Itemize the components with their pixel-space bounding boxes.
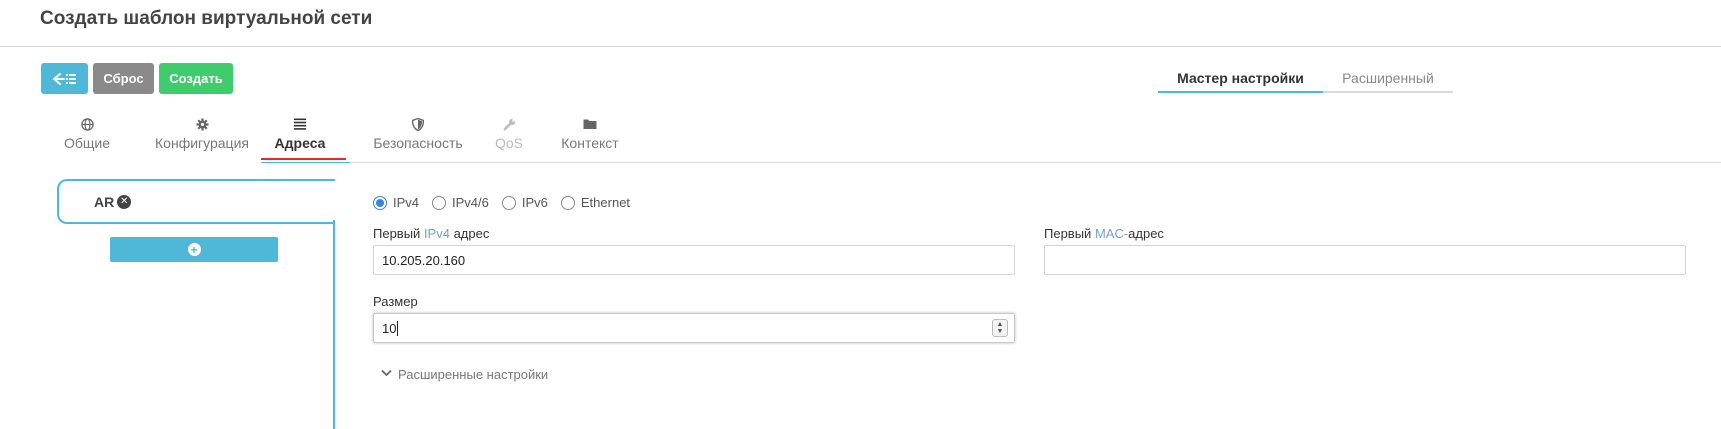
range-list-border xyxy=(333,220,335,429)
tab-general-label: Общие xyxy=(63,135,111,151)
active-tab-indicator xyxy=(261,158,346,160)
radio-ipv46-label: IPv4/6 xyxy=(452,195,489,210)
first-ipv4-label-hl: IPv4 xyxy=(423,226,450,241)
tab-security[interactable]: Безопасность xyxy=(368,117,468,151)
plus-circle-icon: + xyxy=(187,243,201,256)
size-value: 10 xyxy=(382,320,397,336)
number-stepper[interactable]: ▲ ▼ xyxy=(992,319,1008,337)
stepper-down-icon[interactable]: ▼ xyxy=(997,328,1004,335)
back-button[interactable] xyxy=(41,63,88,94)
size-input[interactable]: 10 ▲ ▼ xyxy=(373,313,1015,343)
wrench-icon xyxy=(492,118,526,134)
radio-ethernet[interactable]: Ethernet xyxy=(560,195,631,210)
advanced-settings-toggle[interactable]: Расширенные настройки xyxy=(381,367,548,382)
tab-qos-label: QoS xyxy=(494,135,523,151)
radio-ipv6-label: IPv6 xyxy=(521,195,548,210)
folder-icon xyxy=(560,118,620,134)
advanced-settings-label: Расширенные настройки xyxy=(398,367,549,382)
radio-ipv4-label: IPv4 xyxy=(393,195,420,210)
tab-addresses[interactable]: Адреса xyxy=(272,118,328,151)
arrow-left-list-icon xyxy=(52,72,77,86)
first-mac-label-hl: MAC- xyxy=(1094,226,1129,241)
chevron-down-icon xyxy=(381,369,392,380)
radio-ipv4-control[interactable] xyxy=(373,195,387,210)
add-range-button[interactable]: + xyxy=(110,237,278,262)
title-divider xyxy=(0,46,1721,47)
radio-ipv6[interactable]: IPv6 xyxy=(501,195,548,210)
page-title: Создать шаблон виртуальной сети xyxy=(40,8,373,29)
tab-configuration[interactable]: Конфигурация xyxy=(146,118,258,151)
radio-ethernet-label: Ethernet xyxy=(580,195,631,210)
first-ipv4-value: 10.205.20.160 xyxy=(382,252,466,268)
first-ipv4-label-suffix: адрес xyxy=(449,226,490,241)
range-item-label: AR xyxy=(94,193,115,210)
address-type-radios: IPv4 IPv4/6 IPv6 Ethernet xyxy=(373,195,643,210)
tab-qos[interactable]: QoS xyxy=(492,118,526,151)
tab-wizard[interactable]: Мастер настройки xyxy=(1158,66,1323,93)
radio-ipv6-control[interactable] xyxy=(501,195,516,210)
first-mac-label: Первый MAC-адрес xyxy=(1044,226,1164,241)
first-ipv4-label-prefix: Первый xyxy=(373,226,424,241)
radio-ipv46-control[interactable] xyxy=(432,195,447,210)
remove-range-icon[interactable]: ✕ xyxy=(117,194,132,209)
reset-button[interactable]: Сброс xyxy=(93,63,154,94)
cog-icon xyxy=(146,118,258,134)
tab-addresses-label: Адреса xyxy=(274,135,326,151)
size-label: Размер xyxy=(373,294,418,309)
radio-ipv46[interactable]: IPv4/6 xyxy=(432,195,489,210)
list-icon xyxy=(272,118,328,134)
active-tab-underline xyxy=(261,162,350,163)
tab-advanced[interactable]: Расширенный xyxy=(1323,66,1453,93)
first-mac-label-suffix: адрес xyxy=(1128,226,1164,241)
tab-configuration-label: Конфигурация xyxy=(155,135,249,151)
shield-icon xyxy=(368,117,468,134)
stepper-up-icon[interactable]: ▲ xyxy=(997,321,1004,328)
tab-context[interactable]: Контекст xyxy=(560,118,620,151)
radio-ipv4[interactable]: IPv4 xyxy=(373,195,419,210)
globe-icon xyxy=(62,118,112,134)
tab-security-label: Безопасность xyxy=(373,135,463,151)
first-ipv4-label: Первый IPv4 адрес xyxy=(373,226,489,241)
first-ipv4-input[interactable]: 10.205.20.160 xyxy=(373,245,1015,275)
text-caret xyxy=(397,320,399,336)
section-tabs-divider xyxy=(350,162,1721,163)
tab-context-label: Контекст xyxy=(561,135,619,151)
first-mac-label-prefix: Первый xyxy=(1044,226,1095,241)
create-button[interactable]: Создать xyxy=(159,63,233,94)
radio-ethernet-control[interactable] xyxy=(560,195,575,210)
first-mac-input[interactable] xyxy=(1044,245,1686,275)
mode-tabs: Мастер настройки Расширенный xyxy=(1158,66,1453,93)
tab-general[interactable]: Общие xyxy=(62,118,112,151)
range-item-ar[interactable]: AR ✕ xyxy=(57,179,335,224)
